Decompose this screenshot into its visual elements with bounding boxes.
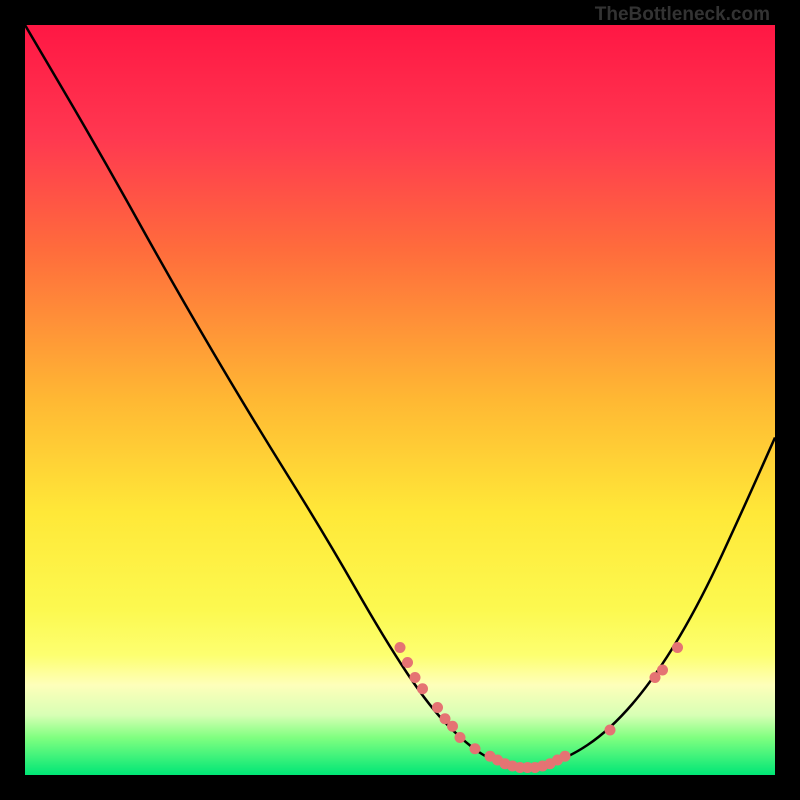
data-point [432, 702, 443, 713]
data-point [402, 657, 413, 668]
chart-container [25, 25, 775, 775]
watermark-text: TheBottleneck.com [595, 4, 770, 26]
data-point [672, 642, 683, 653]
data-point [605, 725, 616, 736]
data-point [410, 672, 421, 683]
bottleneck-curve [25, 25, 775, 766]
data-point [657, 665, 668, 676]
data-point [455, 732, 466, 743]
data-point [395, 642, 406, 653]
data-point [560, 751, 571, 762]
data-point [470, 743, 481, 754]
data-points [395, 642, 684, 773]
curve-overlay [25, 25, 775, 775]
data-point [447, 721, 458, 732]
data-point [417, 683, 428, 694]
